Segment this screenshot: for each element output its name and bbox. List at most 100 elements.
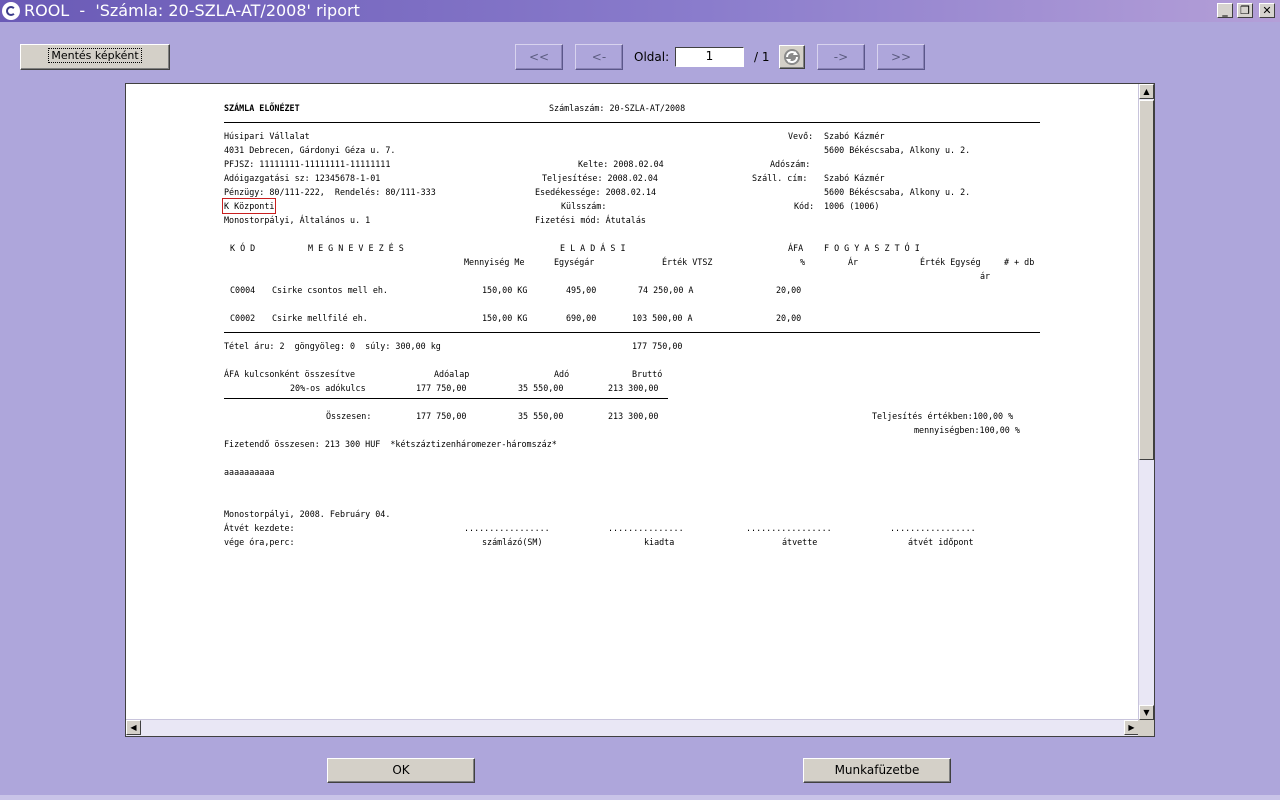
place-date: Monostorpályi, 2008. Februáry 04. [224,509,391,519]
atvet-kezdete: Átvét kezdete: [224,523,295,533]
divider [224,332,1040,333]
buyer-label: Vevő: [788,131,814,141]
date-kelte: Kelte: 2008.02.04 [578,159,664,169]
col-mennyiseg: Mennyiség Me [464,257,525,267]
restore-button[interactable]: ❐ [1237,3,1253,18]
sign-szamlazo: számlázó(SM) [482,537,543,547]
vertical-scrollbar[interactable]: ▲ ▼ [1138,84,1154,720]
col-egysegar: Egységár [554,257,595,267]
row-kod: C0002 [230,313,256,323]
ossz-alap: 177 750,00 [416,411,467,421]
col-kod: K Ó D [230,243,256,253]
seller-branch: K Központi [221,198,277,214]
scroll-up-icon[interactable]: ▲ [1139,84,1154,99]
horizontal-scrollbar[interactable]: ◀ ▶ [126,719,1139,736]
code-value: 1006 (1006) [824,201,880,211]
osszesen-label: Összesen: [326,411,372,421]
col-eladasi: E L A D Á S I [560,243,626,253]
seller-address: 4031 Debrecen, Gárdonyi Géza u. 7. [224,145,396,155]
shipping-label: Száll. cím: [752,173,808,183]
scroll-right-icon[interactable]: ▶ [1124,720,1139,735]
shipping-name: Szabó Kázmér [824,173,885,183]
signature-line: ................. [746,523,832,533]
fizetendo-total: Fizetendő összesen: 213 300 HUF *kétszáz… [224,439,557,449]
afa-title: ÁFA kulcsonként összesítve [224,369,356,379]
buyer-name: Szabó Kázmér [824,131,885,141]
report-title: SZÁMLA ELŐNÉZET [224,103,300,113]
tetel-summary: Tétel áru: 2 göngyöleg: 0 súly: 300,00 k… [224,341,441,351]
row-menny: 150,00 KG [482,285,528,295]
report-viewer[interactable]: SZÁMLA ELŐNÉZET Számlaszám: 20-SZLA-AT/2… [125,83,1155,737]
close-button[interactable]: ✕ [1259,3,1275,18]
ossz-ado: 35 550,00 [518,411,564,421]
scroll-corner [1138,720,1154,736]
scroll-left-icon[interactable]: ◀ [126,720,141,735]
seller-tax: Adóigazgatási sz: 12345678-1-01 [224,173,381,183]
workbook-button[interactable]: Munkafüzetbe [803,758,951,783]
sign-atvette: átvette [782,537,818,547]
row-afa: 20,00 [776,313,802,323]
seller-phones: Pénzügy: 80/111-222, Rendelés: 80/111-33… [224,187,436,197]
invoice-document: SZÁMLA ELŐNÉZET Számlaszám: 20-SZLA-AT/2… [221,94,1044,714]
code-label: Kód: [794,201,815,211]
sign-kiadta: kiadta [644,537,675,547]
row-egysegar: 690,00 [566,313,597,323]
refresh-icon [784,49,800,65]
save-as-image-button[interactable]: Mentés képként [20,44,170,70]
refresh-button[interactable] [779,45,805,69]
kulcs-ado: 35 550,00 [518,383,564,393]
col-ar2: ár [980,271,991,281]
afa-kulcs: 20%-os adókulcs [290,383,366,393]
date-teljesites: Teljesítése: 2008.02.04 [542,173,658,183]
shipping-address: 5600 Békéscsaba, Alkony u. 2. [824,187,971,197]
col-ertek-vtsz: Érték VTSZ [662,257,713,267]
row-kod: C0004 [230,285,256,295]
kuliszam: Külsszám: [561,201,607,211]
col-fogyasztoi: F O G Y A S Z T Ó I [824,243,920,253]
signature-line: ............... [608,523,684,533]
next-page-button[interactable]: -> [817,44,865,70]
sign-atvet-idopont: átvét időpont [908,537,974,547]
col-hash-db: # + db [1004,257,1035,267]
divider [224,398,668,399]
page-total: / 1 [754,50,770,64]
row-egysegar: 495,00 [566,285,597,295]
branch-address: Monostorpályi, Általános u. 1 [224,215,371,225]
minimize-button[interactable]: _ [1217,3,1233,18]
col-megnevezes: M E G N E V E Z É S [308,243,404,253]
app-logo-icon [2,2,20,20]
date-esedekesseg: Esedékessége: 2008.02.14 [535,187,657,197]
page-number-input[interactable]: 1 [675,47,744,67]
save-as-image-label: Mentés képként [48,48,142,63]
scroll-down-icon[interactable]: ▼ [1139,705,1154,720]
signature-line: ................. [890,523,976,533]
divider [224,122,1040,123]
row-ertek: 103 500,00 A [632,313,693,323]
adoalap-header: Adóalap [434,369,470,379]
vertical-scroll-thumb[interactable] [1139,100,1154,460]
ok-button[interactable]: OK [327,758,475,783]
buyer-address: 5600 Békéscsaba, Alkony u. 2. [824,145,971,155]
ado-header: Adó [554,369,570,379]
tetel-total: 177 750,00 [632,341,683,351]
kulcs-alap: 177 750,00 [416,383,467,393]
signature-line: ................. [464,523,550,533]
brutto-header: Bruttó [632,369,663,379]
first-page-button[interactable]: << [515,44,563,70]
payment-method: Fizetési mód: Átutalás [535,215,646,225]
kulcs-brutto: 213 300,00 [608,383,659,393]
teljesites-menny: mennyiségben:100,00 % [914,425,1020,435]
seller-name: Húsipari Vállalat [224,131,310,141]
col-afa: ÁFA [788,243,804,253]
row-nev: Csirke mellfilé eh. [272,313,368,323]
col-ar: Ár [848,257,859,267]
invoice-number: Számlaszám: 20-SZLA-AT/2008 [549,103,686,113]
ossz-brutto: 213 300,00 [608,411,659,421]
prev-page-button[interactable]: <- [575,44,623,70]
window-title: ROOL - 'Számla: 20-SZLA-AT/2008' riport [24,1,360,20]
window-bottom-border [0,795,1280,800]
last-page-button[interactable]: >> [877,44,925,70]
page-label: Oldal: [634,50,670,64]
row-afa: 20,00 [776,285,802,295]
title-bar: ROOL - 'Számla: 20-SZLA-AT/2008' riport … [0,0,1280,22]
